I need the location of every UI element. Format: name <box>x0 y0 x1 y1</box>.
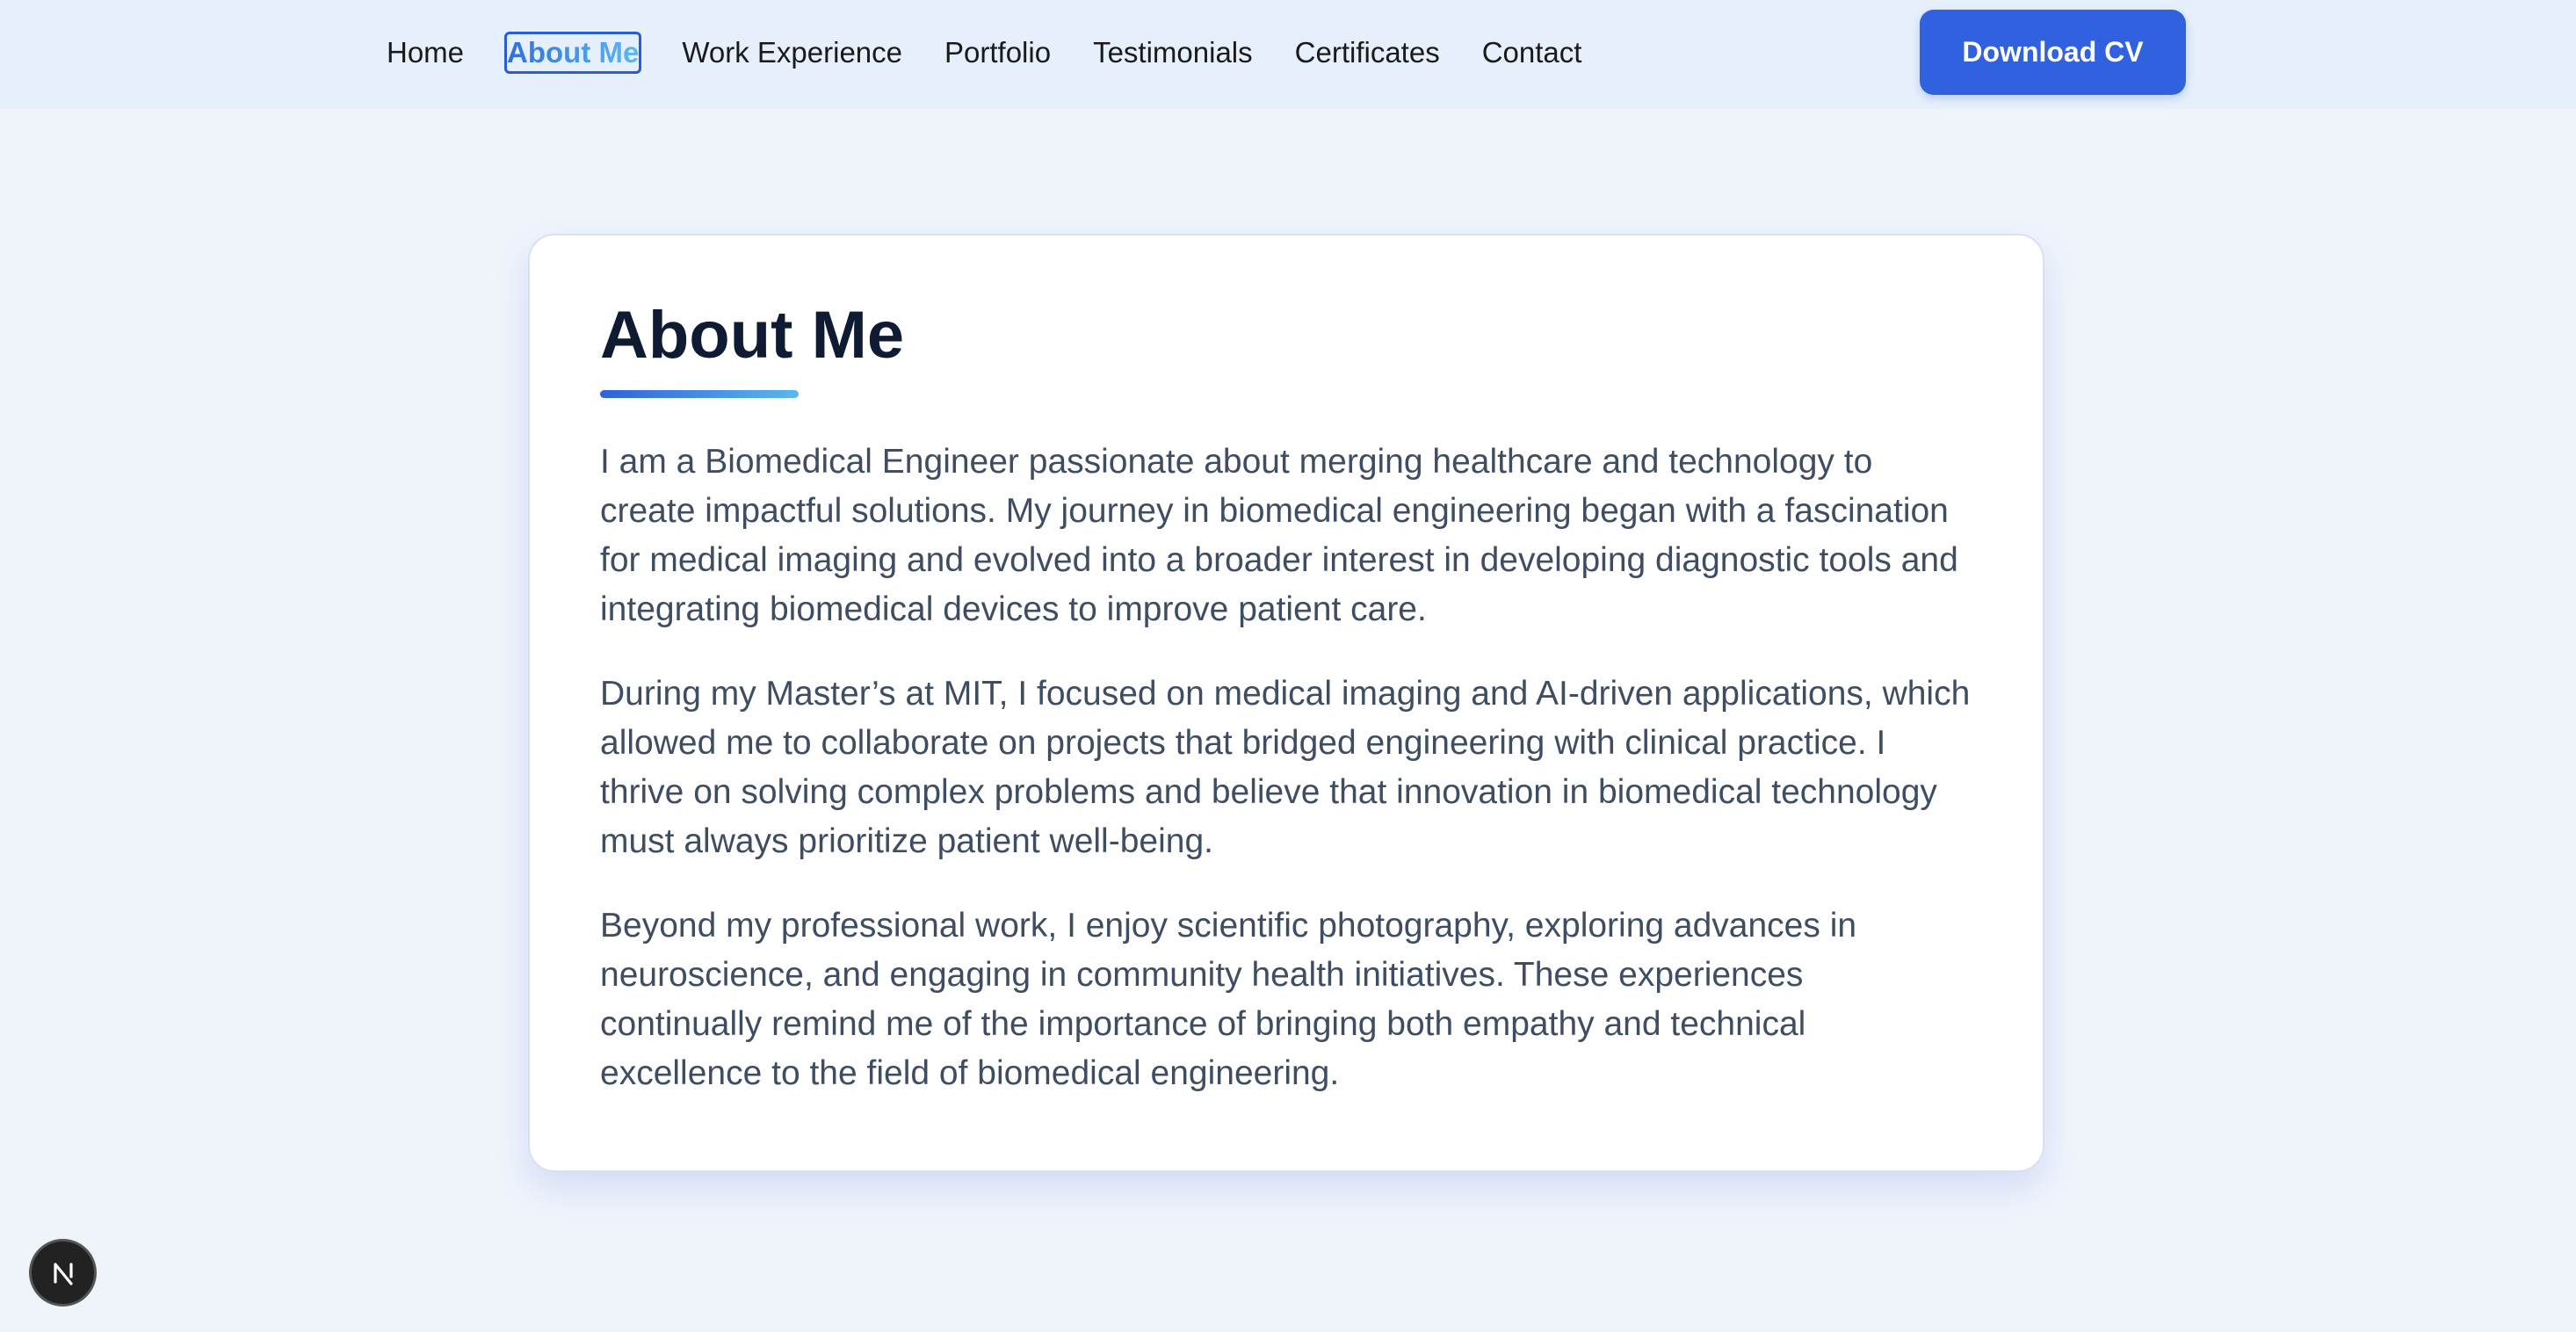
about-paragraph: During my Master’s at MIT, I focused on … <box>600 675 1971 860</box>
about-body: I am a Biomedical Engineer passionate ab… <box>600 438 1971 1133</box>
download-cv-button[interactable]: Download CV <box>1920 10 2186 95</box>
nav-links: Home About Me Work Experience Portfolio … <box>387 0 1581 105</box>
nav-link-portfolio[interactable]: Portfolio <box>944 34 1051 71</box>
navbar: Home About Me Work Experience Portfolio … <box>0 0 2576 109</box>
nav-link-about-me[interactable]: About Me <box>504 32 642 74</box>
nav-link-certificates[interactable]: Certificates <box>1295 34 1440 71</box>
nav-link-testimonials[interactable]: Testimonials <box>1093 34 1253 71</box>
nextjs-logo-icon[interactable] <box>29 1239 97 1307</box>
nav-link-home[interactable]: Home <box>387 34 464 71</box>
about-paragraph: I am a Biomedical Engineer passionate ab… <box>600 443 1958 628</box>
nav-link-about-me-label: About Me <box>507 36 640 69</box>
nextjs-glyph <box>53 1262 73 1285</box>
about-title: About Me <box>600 298 905 373</box>
nav-link-contact[interactable]: Contact <box>1482 34 1582 71</box>
about-paragraph: Beyond my professional work, I enjoy sci… <box>600 907 1857 1092</box>
about-card: About Me I am a Biomedical Engineer pass… <box>528 234 2044 1172</box>
title-underline <box>600 390 799 398</box>
nav-link-work-experience[interactable]: Work Experience <box>682 34 902 71</box>
